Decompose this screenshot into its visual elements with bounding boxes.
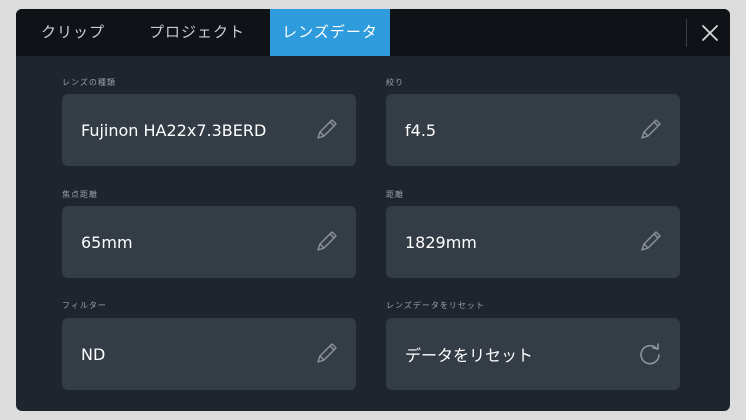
focal-length-label: 焦点距離 bbox=[62, 190, 98, 199]
lens-type-label: レンズの種類 bbox=[62, 78, 116, 87]
lens-type-value: Fujinon HA22x7.3BERD bbox=[81, 120, 267, 140]
focal-length-value: 65mm bbox=[81, 232, 133, 252]
focal-length-field[interactable]: 65mm bbox=[62, 206, 356, 278]
pencil-icon bbox=[317, 119, 337, 139]
lens-data-screen: クリップ プロジェクト レンズデータ レンズの種類 Fujinon HA22x7… bbox=[16, 9, 730, 411]
iris-field[interactable]: f4.5 bbox=[386, 94, 680, 166]
reset-value: データをリセット bbox=[405, 346, 534, 365]
filter-field[interactable]: ND bbox=[62, 318, 356, 390]
tab-lens-data[interactable]: レンズデータ bbox=[270, 9, 390, 56]
reset-label: レンズデータをリセット bbox=[386, 301, 485, 310]
pencil-icon bbox=[317, 343, 337, 363]
distance-label: 距離 bbox=[386, 190, 404, 199]
filter-label: フィルター bbox=[62, 301, 107, 310]
reset-data-button[interactable]: データをリセット bbox=[386, 318, 680, 390]
distance-value: 1829mm bbox=[405, 232, 477, 252]
tab-bar: クリップ プロジェクト レンズデータ bbox=[16, 9, 730, 56]
reset-icon bbox=[640, 343, 660, 365]
distance-field[interactable]: 1829mm bbox=[386, 206, 680, 278]
iris-label: 絞り bbox=[386, 78, 404, 87]
iris-value: f4.5 bbox=[405, 120, 437, 140]
pencil-icon bbox=[641, 231, 661, 251]
tab-divider bbox=[686, 19, 687, 47]
pencil-icon bbox=[317, 231, 337, 251]
pencil-icon bbox=[641, 119, 661, 139]
close-icon bbox=[702, 24, 718, 41]
close-button[interactable] bbox=[690, 9, 730, 56]
tab-project[interactable]: プロジェクト bbox=[136, 9, 258, 56]
filter-value: ND bbox=[81, 344, 106, 364]
tab-clip[interactable]: クリップ bbox=[30, 9, 116, 56]
lens-type-field[interactable]: Fujinon HA22x7.3BERD bbox=[62, 94, 356, 166]
